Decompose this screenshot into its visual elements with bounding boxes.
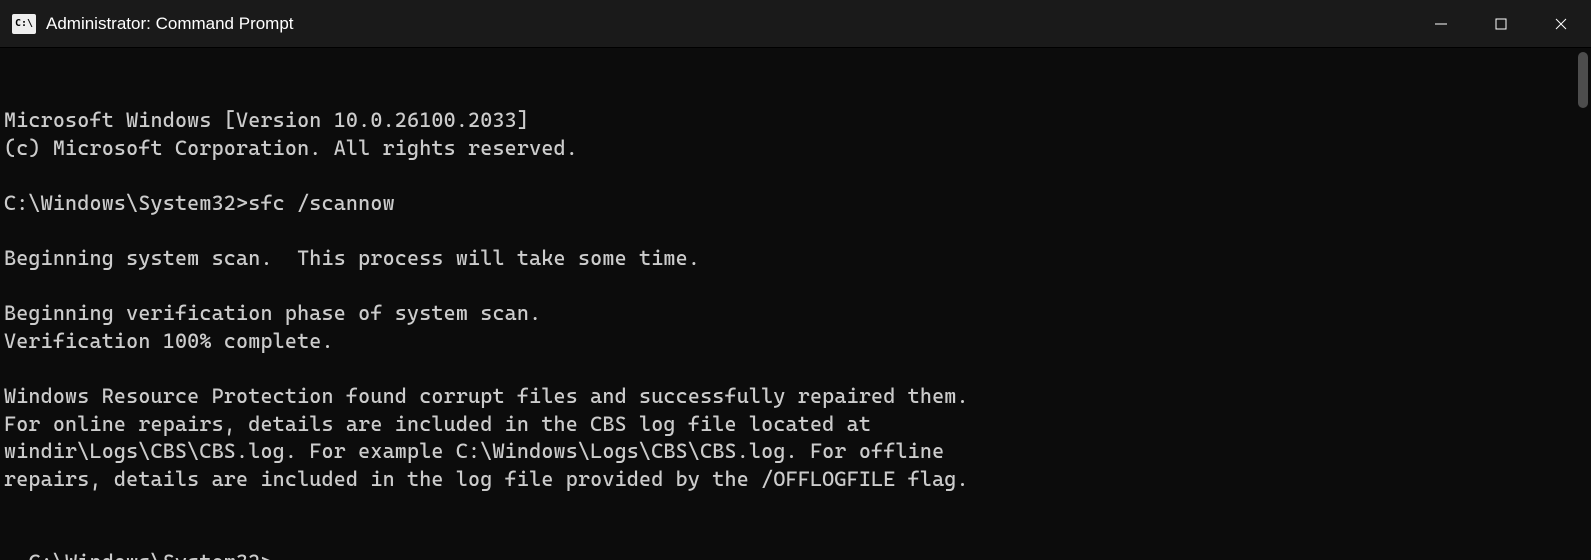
- terminal-line: (c) Microsoft Corporation. All rights re…: [4, 135, 1587, 163]
- minimize-icon: [1434, 17, 1448, 31]
- terminal-line: repairs, details are included in the log…: [4, 466, 1587, 494]
- terminal-line: [4, 218, 1587, 246]
- terminal-line: windir\Logs\CBS\CBS.log. For example C:\…: [4, 438, 1587, 466]
- scrollbar-thumb[interactable]: [1578, 52, 1588, 108]
- terminal-output[interactable]: Microsoft Windows [Version 10.0.26100.20…: [0, 48, 1591, 560]
- terminal-line: Beginning system scan. This process will…: [4, 245, 1587, 273]
- terminal-line: Microsoft Windows [Version 10.0.26100.20…: [4, 107, 1587, 135]
- terminal-line: C:\Windows\System32>sfc /scannow: [4, 190, 1587, 218]
- window-title: Administrator: Command Prompt: [46, 14, 294, 34]
- terminal-line: [4, 494, 1587, 522]
- terminal-line: Beginning verification phase of system s…: [4, 300, 1587, 328]
- maximize-button[interactable]: [1471, 0, 1531, 47]
- titlebar-left: C:\ Administrator: Command Prompt: [0, 14, 294, 34]
- maximize-icon: [1494, 17, 1508, 31]
- close-button[interactable]: [1531, 0, 1591, 47]
- terminal-line: [4, 273, 1587, 301]
- close-icon: [1554, 17, 1568, 31]
- minimize-button[interactable]: [1411, 0, 1471, 47]
- cmd-icon: C:\: [12, 14, 36, 34]
- window-controls: [1411, 0, 1591, 47]
- terminal-prompt: C:\Windows\System32>: [28, 550, 272, 560]
- terminal-line: For online repairs, details are included…: [4, 411, 1587, 439]
- terminal-line: [4, 162, 1587, 190]
- terminal-line: Windows Resource Protection found corrup…: [4, 383, 1587, 411]
- terminal-lines: Microsoft Windows [Version 10.0.26100.20…: [4, 107, 1587, 521]
- scrollbar-track[interactable]: [1575, 48, 1591, 560]
- terminal-line: [4, 356, 1587, 384]
- window-titlebar: C:\ Administrator: Command Prompt: [0, 0, 1591, 48]
- terminal-line: Verification 100% complete.: [4, 328, 1587, 356]
